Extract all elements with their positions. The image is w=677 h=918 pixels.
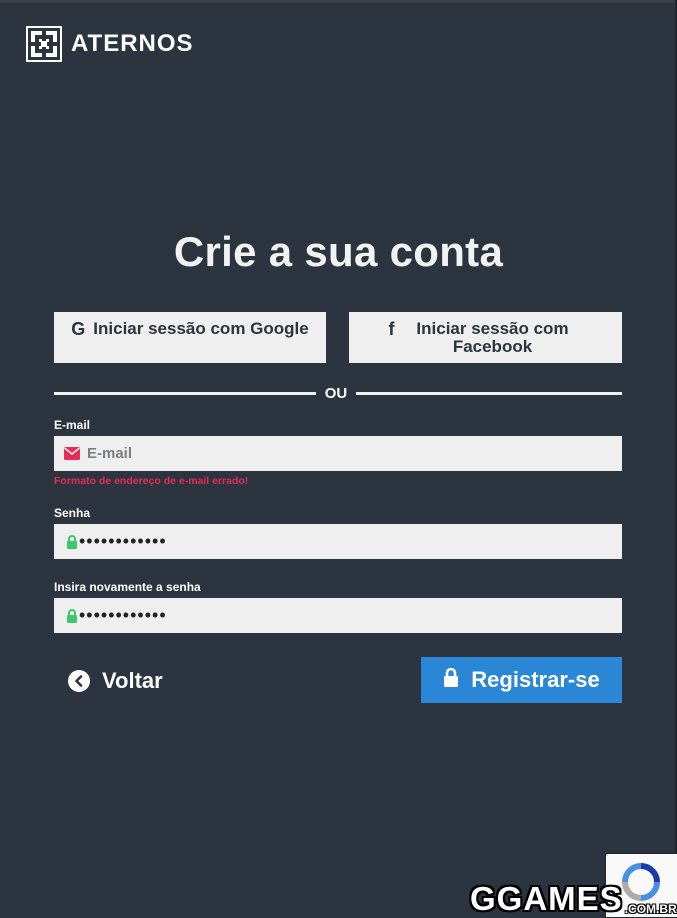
email-error-message: Formato de endereço de e-mail errado!	[54, 475, 249, 487]
divider-text: OU	[324, 385, 348, 402]
divider-line-right	[356, 392, 622, 395]
password-label: Senha	[54, 506, 91, 520]
register-button[interactable]: Registrar-se	[421, 657, 622, 703]
password-confirm-value: ••••••••••••	[79, 605, 167, 625]
back-label: Voltar	[102, 668, 163, 693]
password-field[interactable]: ••••••••••••	[54, 524, 622, 559]
or-divider: OU	[54, 385, 622, 403]
lock-icon	[443, 667, 459, 692]
envelope-icon	[57, 447, 87, 460]
brand-name: ATERNOS	[71, 30, 194, 57]
aternos-logo-icon	[26, 26, 62, 62]
facebook-login-button[interactable]: f Iniciar sessão com Facebook	[349, 312, 622, 363]
brand-logo[interactable]: ATERNOS	[26, 26, 194, 62]
chevron-left-circle-icon	[68, 670, 90, 692]
password-value: ••••••••••••	[79, 531, 167, 551]
password-confirm-label: Insira novamente a senha	[54, 580, 201, 594]
facebook-icon: f	[388, 319, 395, 339]
email-placeholder: E-mail	[87, 445, 133, 462]
google-login-button[interactable]: G Iniciar sessão com Google	[54, 312, 326, 363]
window-top-border	[0, 0, 677, 3]
google-login-label: Iniciar sessão com Google	[93, 319, 309, 338]
watermark-sub: .COM.BR	[624, 902, 677, 916]
email-field[interactable]: E-mail	[54, 436, 622, 471]
watermark: GGAMES .COM.BR	[470, 880, 677, 918]
page-title: Crie a sua conta	[173, 228, 504, 275]
back-button[interactable]: Voltar	[68, 668, 163, 694]
password-confirm-field[interactable]: ••••••••••••	[54, 598, 622, 633]
watermark-main: GGAMES	[470, 880, 623, 917]
google-icon: G	[71, 319, 86, 339]
divider-line-left	[54, 392, 316, 395]
facebook-login-label: Iniciar sessão com Facebook	[416, 319, 569, 356]
register-label: Registrar-se	[471, 667, 600, 692]
email-label: E-mail	[54, 418, 91, 432]
